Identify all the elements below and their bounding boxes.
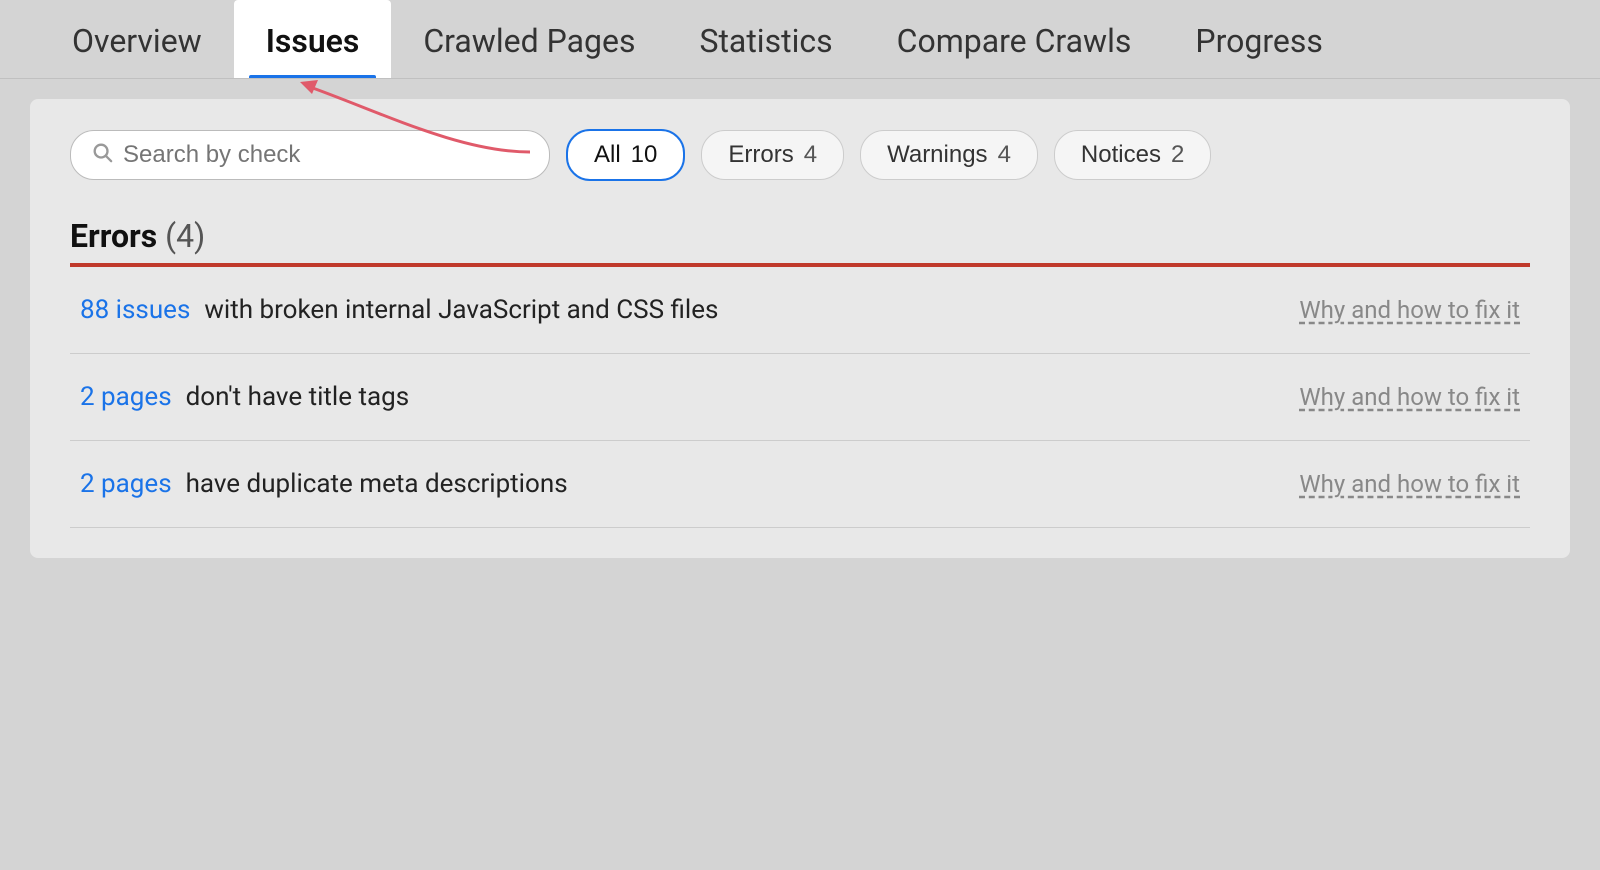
filter-bar: All10 Errors4 Warnings4 Notices2 [70,129,1530,181]
issue-link-1[interactable]: 88 issues [80,295,190,325]
tab-bar: Overview Issues Crawled Pages Statistics… [0,0,1600,79]
tab-statistics[interactable]: Statistics [667,0,864,78]
tab-progress[interactable]: Progress [1163,0,1354,78]
tab-overview[interactable]: Overview [40,0,234,78]
search-icon [91,141,113,169]
issue-row: 2 pages don't have title tags Why and ho… [70,354,1530,441]
main-content: All10 Errors4 Warnings4 Notices2 Errors … [30,99,1570,558]
issue-link-2[interactable]: 2 pages [80,382,172,412]
issue-text-3: have duplicate meta descriptions [186,469,568,499]
fix-link-1[interactable]: Why and how to fix it [1299,296,1520,324]
fix-link-3[interactable]: Why and how to fix it [1299,470,1520,498]
filter-notices-button[interactable]: Notices2 [1054,130,1211,180]
fix-link-2[interactable]: Why and how to fix it [1299,383,1520,411]
tab-issues[interactable]: Issues [234,0,392,78]
issue-row: 88 issues with broken internal JavaScrip… [70,267,1530,354]
issue-text-2: don't have title tags [186,382,410,412]
issue-row: 2 pages have duplicate meta descriptions… [70,441,1530,528]
tab-compare-crawls[interactable]: Compare Crawls [865,0,1164,78]
search-input[interactable] [123,141,529,169]
issue-text-1: with broken internal JavaScript and CSS … [204,295,718,325]
filter-warnings-button[interactable]: Warnings4 [860,130,1038,180]
filter-all-button[interactable]: All10 [566,129,685,181]
tab-crawled-pages[interactable]: Crawled Pages [391,0,667,78]
errors-section-heading: Errors (4) [70,217,1530,255]
filter-errors-button[interactable]: Errors4 [701,130,844,180]
search-box [70,130,550,180]
issue-link-3[interactable]: 2 pages [80,469,172,499]
